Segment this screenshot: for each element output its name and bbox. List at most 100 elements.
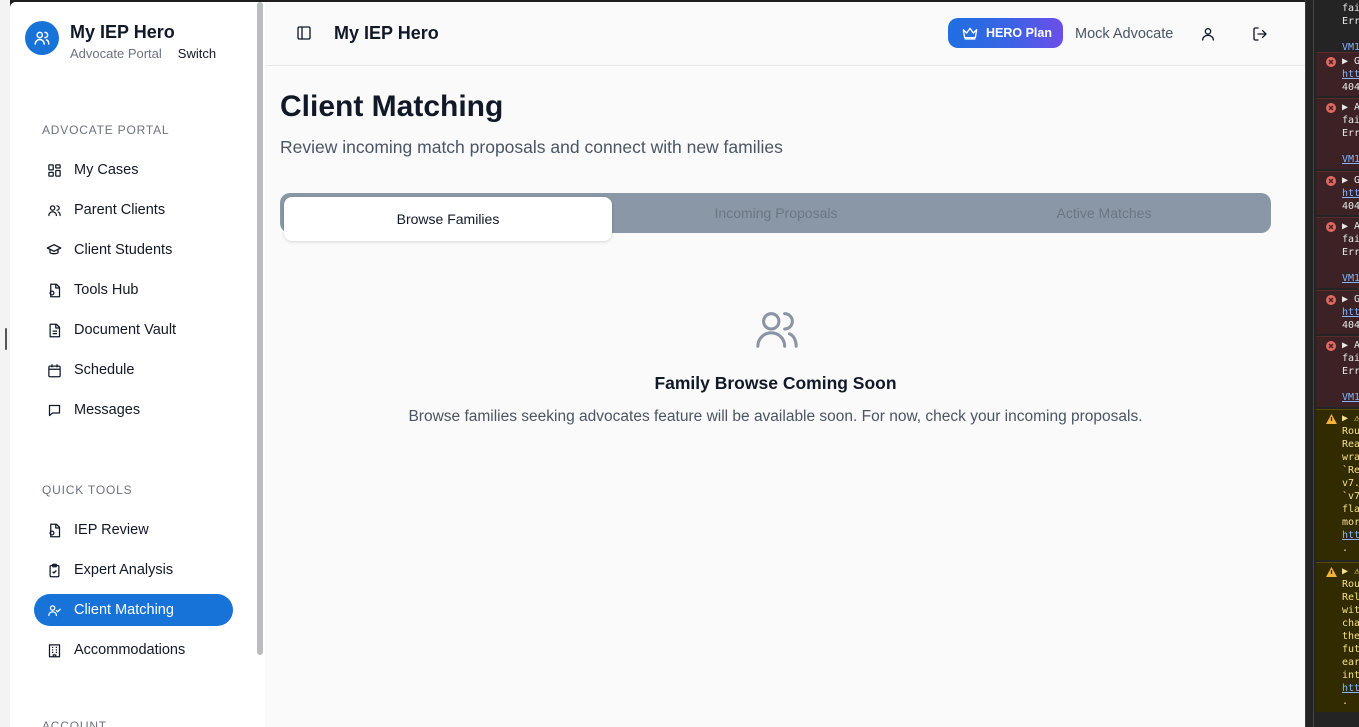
console-line: v7. (1342, 478, 1359, 489)
building-icon (46, 642, 62, 658)
sidebar-item-messages[interactable]: Messages (34, 394, 233, 426)
sidebar-item-label: Parent Clients (74, 202, 166, 218)
clipboard-check-icon (46, 562, 62, 578)
users-icon (753, 306, 799, 352)
tab-incoming-proposals[interactable]: Incoming Proposals (612, 197, 940, 229)
console-line: ▶ ⚠ (1342, 413, 1359, 424)
error-icon (1326, 295, 1336, 309)
console-message: ▶ A fai Err VM1 (1342, 220, 1359, 285)
sidebar-item-client-students[interactable]: Client Students (34, 234, 233, 266)
console-line: Rou (1342, 426, 1359, 437)
sidebar-item-label: Expert Analysis (74, 562, 174, 578)
console-line: VM1 (1342, 154, 1359, 165)
user-icon[interactable] (1200, 26, 1216, 42)
sidebar-item-my-cases[interactable]: My Cases (34, 154, 233, 186)
empty-state-title: Family Browse Coming Soon (654, 373, 897, 393)
console-line: . (1342, 696, 1349, 707)
console-line: wit (1342, 605, 1359, 616)
console-line: fai (1342, 115, 1359, 126)
error-icon (1326, 341, 1336, 355)
crown-icon (962, 26, 978, 40)
console-row[interactable]: ▶ ⚠ Rou Rel wit cha the fut ear int htt. (1316, 562, 1359, 712)
console-row[interactable]: ▶ G htt 404 (1316, 52, 1359, 96)
console-line: mor (1342, 517, 1359, 528)
devtools-divider[interactable] (1313, 0, 1314, 727)
header-title: My IEP Hero (334, 23, 439, 43)
warning-icon (1326, 414, 1337, 428)
tab-active-matches[interactable]: Active Matches (940, 197, 1268, 229)
switch-portal-button[interactable]: Switch (178, 46, 216, 61)
sidebar-item-label: Accommodations (74, 642, 186, 658)
tab-browse-families[interactable]: Browse Families (284, 197, 612, 241)
document-icon (46, 322, 62, 338)
console-line: fai (1342, 353, 1359, 364)
sidebar-item-tools-hub[interactable]: Tools Hub (34, 274, 233, 306)
console-message: ▶ G htt 404 (1342, 55, 1359, 94)
console-line: Err (1342, 366, 1359, 377)
user-name: Mock Advocate (1075, 26, 1174, 42)
sidebar-item-client-matching[interactable]: Client Matching (34, 594, 233, 626)
sidebar-item-parent-clients[interactable]: Parent Clients (34, 194, 233, 226)
sidebar-item-expert-analysis[interactable]: Expert Analysis (34, 554, 233, 586)
console-line: int (1342, 670, 1359, 681)
sidebar-item-schedule[interactable]: Schedule (34, 354, 233, 386)
console-line: fai (1342, 234, 1359, 245)
console-line: ▶ A (1342, 102, 1359, 113)
console-message: fai Err VM1 (1342, 2, 1359, 50)
console-line: htt (1342, 188, 1359, 199)
brand: My IEP Hero Advocate Portal Switch (25, 21, 216, 61)
console-line: 404 (1342, 201, 1359, 212)
console-line: VM1 (1342, 42, 1359, 50)
portal-role-label: Advocate Portal (70, 46, 162, 61)
console-row[interactable]: ▶ ⚠ Rou Rea wra `Re v7. `v7 fla mor htt. (1316, 409, 1359, 560)
error-icon (1326, 57, 1336, 71)
sidebar-scrollbar[interactable] (257, 2, 263, 655)
console-line: wra (1342, 452, 1359, 463)
console-line: 404 (1342, 320, 1359, 331)
brand-title: My IEP Hero (70, 22, 175, 42)
tab-list: Browse Families Incoming Proposals Activ… (280, 193, 1271, 241)
console-line: cha (1342, 618, 1359, 629)
console-line: htt (1342, 69, 1359, 80)
sidebar-item-document-vault[interactable]: Document Vault (34, 314, 233, 346)
console-message: ▶ G htt 404 (1342, 293, 1359, 332)
sidebar-item-label: Messages (74, 402, 141, 418)
console-row[interactable]: ▶ A fai Err VM1 (1316, 336, 1359, 407)
console-row[interactable]: ▶ G htt 404 (1316, 290, 1359, 334)
user-check-icon (46, 602, 62, 618)
warning-icon (1326, 567, 1337, 581)
console-line: Rou (1342, 579, 1359, 590)
sidebar-item-accommodations[interactable]: Accommodations (34, 634, 233, 666)
window-edge (0, 0, 10, 727)
sidebar-item-label: Schedule (74, 362, 135, 378)
sidebar-item-iep-review[interactable]: IEP Review (34, 514, 233, 546)
console-row[interactable]: ▶ A fai Err VM1 (1316, 217, 1359, 288)
section-title-quick-tools: QUICK TOOLS (42, 483, 133, 497)
sidebar-toggle-icon[interactable] (296, 25, 312, 41)
console-line: ▶ ⚠ (1342, 566, 1359, 577)
console-row[interactable]: ▶ G htt 404 (1316, 171, 1359, 215)
file-search-icon (46, 522, 62, 538)
console-line: Rea (1342, 439, 1359, 450)
console-line: VM1 (1342, 392, 1359, 403)
console-line: ear (1342, 657, 1359, 668)
console-row[interactable]: ▶ A fai Err VM1 (1316, 98, 1359, 169)
page-subtitle: Review incoming match proposals and conn… (280, 137, 783, 157)
console-line: . (1342, 543, 1349, 554)
error-icon (1326, 176, 1336, 190)
console-line: htt (1342, 307, 1359, 318)
console-line: Err (1342, 128, 1359, 139)
console-row[interactable]: fai Err VM1 (1316, 0, 1359, 50)
sidebar-item-label: IEP Review (74, 522, 149, 538)
empty-state-description: Browse families seeking advocates featur… (408, 408, 1143, 425)
section-title-advocate-portal: ADVOCATE PORTAL (42, 123, 170, 137)
console-line: `Re (1342, 465, 1359, 476)
logout-icon[interactable] (1252, 26, 1268, 42)
hero-plan-button[interactable]: HERO Plan (948, 18, 1063, 48)
app-window: My IEP Hero Advocate Portal Switch ADVOC… (10, 2, 1305, 727)
resize-handle[interactable] (5, 328, 7, 350)
top-header: My IEP Hero HERO Plan Mock Advocate (266, 2, 1305, 66)
console-line: fai (1342, 3, 1359, 14)
